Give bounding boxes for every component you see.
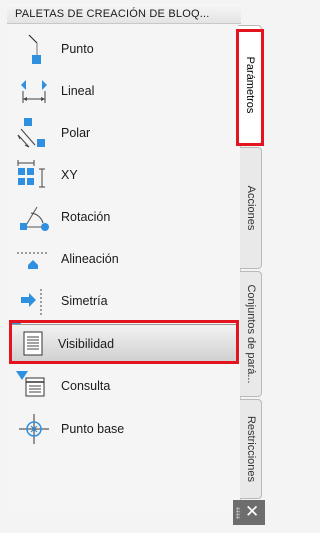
tab-actions[interactable]: Acciones: [240, 147, 262, 269]
palette-item-xy[interactable]: XY: [15, 157, 240, 193]
rotation-parameter-icon: [15, 199, 53, 235]
base-point-parameter-icon: [15, 411, 53, 447]
tab-constraints[interactable]: Restricciones: [240, 399, 262, 499]
tab-label: Conjuntos de pará...: [244, 284, 257, 384]
palette-close-bar: ✕: [233, 500, 265, 525]
palette-item-point[interactable]: Punto: [15, 31, 240, 67]
palette-tabs: Parámetros Acciones Conjuntos de pará...…: [238, 25, 264, 505]
palette-item-label: Lineal: [61, 84, 95, 98]
palette-item-label: Simetría: [61, 294, 108, 308]
palette-item-label: Alineación: [61, 252, 119, 266]
tab-label: Restricciones: [244, 415, 257, 483]
palette-item-polar[interactable]: Polar: [15, 115, 240, 151]
palette-item-label: Consulta: [61, 379, 111, 393]
palette-item-label: Polar: [61, 126, 91, 140]
palette-item-label: Punto: [61, 42, 94, 56]
point-parameter-icon: [15, 31, 53, 67]
palette-item-alignment[interactable]: Alineación: [15, 241, 240, 277]
close-icon[interactable]: ✕: [245, 502, 259, 522]
grip-handle-icon[interactable]: [236, 507, 240, 519]
palette-item-label: Rotación: [61, 210, 111, 224]
bottom-strip: [0, 525, 265, 533]
visibility-parameter-icon: [12, 326, 50, 362]
palette-item-label: Visibilidad: [58, 337, 115, 351]
palette-item-label: Punto base: [61, 422, 125, 436]
palette-item-base-point[interactable]: Punto base: [15, 411, 240, 447]
polar-parameter-icon: [15, 115, 53, 151]
palette-item-rotation[interactable]: Rotación: [15, 199, 240, 235]
parameters-palette: Punto Lineal Polar XY Rotación Alineació…: [7, 25, 241, 513]
tab-parameters[interactable]: Parámetros: [238, 25, 262, 145]
palette-item-label: XY: [61, 168, 78, 182]
alignment-parameter-icon: [15, 241, 53, 277]
flip-parameter-icon: [15, 283, 53, 319]
tab-label: Acciones: [244, 185, 257, 231]
palette-item-lookup[interactable]: Consulta: [15, 368, 240, 404]
linear-parameter-icon: [15, 73, 53, 109]
palette-item-flip[interactable]: Simetría: [15, 283, 240, 319]
palette-item-visibility[interactable]: Visibilidad: [11, 324, 239, 364]
palette-item-linear[interactable]: Lineal: [15, 73, 240, 109]
lookup-parameter-icon: [15, 368, 53, 404]
tab-parameter-sets[interactable]: Conjuntos de pará...: [240, 271, 262, 397]
palette-title: PALETAS DE CREACIÓN DE BLOQ...: [7, 4, 241, 24]
tab-label: Parámetros: [243, 56, 256, 114]
xy-parameter-icon: [15, 157, 53, 193]
